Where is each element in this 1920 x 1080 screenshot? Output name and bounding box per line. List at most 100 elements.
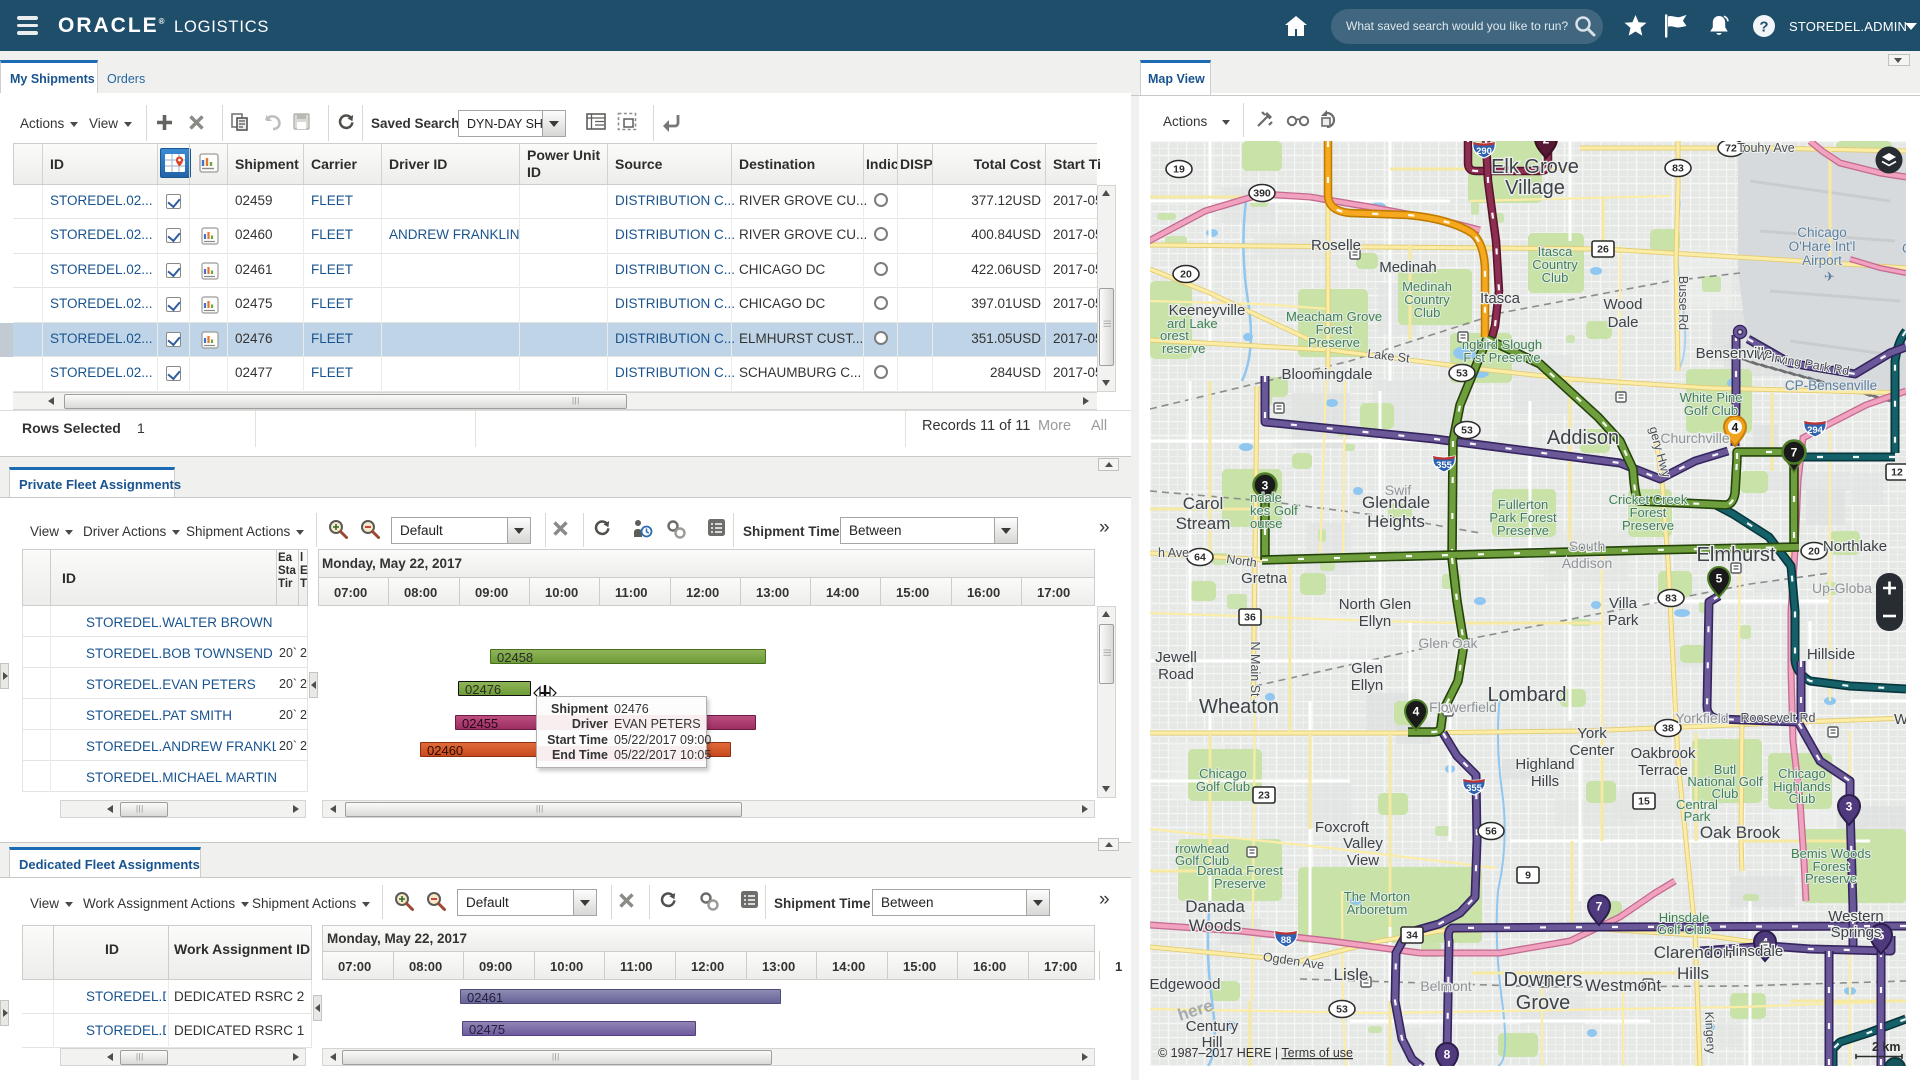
svg-text:reserve: reserve <box>1162 341 1205 356</box>
svg-text:Chicago: Chicago <box>1797 225 1847 240</box>
svg-text:Jewell: Jewell <box>1155 649 1197 666</box>
svg-text:Westmont: Westmont <box>1585 976 1661 995</box>
svg-text:355: 355 <box>1466 783 1483 794</box>
svg-text:Airport: Airport <box>1802 253 1842 268</box>
svg-text:Hillside: Hillside <box>1807 646 1855 663</box>
svg-text:Wood: Wood <box>1604 296 1643 313</box>
svg-text:Gretna: Gretna <box>1241 570 1288 587</box>
svg-text:Valley: Valley <box>1343 835 1383 852</box>
svg-text:390: 390 <box>1253 188 1271 200</box>
svg-text:Medinah: Medinah <box>1379 259 1437 276</box>
svg-text:Addison: Addison <box>1562 555 1613 571</box>
svg-text:Golf Club: Golf Club <box>1684 403 1738 418</box>
svg-text:53: 53 <box>1461 425 1473 437</box>
svg-text:Lisle: Lisle <box>1334 965 1369 984</box>
svg-text:19: 19 <box>1173 164 1185 176</box>
svg-text:F st Preserve: F st Preserve <box>1463 350 1540 365</box>
svg-text:Wheaton: Wheaton <box>1199 696 1279 718</box>
svg-text:Edgewood: Edgewood <box>1150 976 1220 993</box>
svg-text:Addison: Addison <box>1547 427 1619 449</box>
svg-text:Village: Village <box>1505 177 1565 199</box>
svg-text:Carol: Carol <box>1183 494 1224 513</box>
svg-text:Ellyn: Ellyn <box>1359 613 1392 630</box>
svg-text:72: 72 <box>1725 143 1737 155</box>
svg-text:Villa: Villa <box>1609 595 1638 612</box>
svg-text:294: 294 <box>1807 425 1824 436</box>
svg-text:Center: Center <box>1569 742 1614 759</box>
svg-text:Preserve: Preserve <box>1308 335 1360 350</box>
svg-text:Westc: Westc <box>1894 711 1906 728</box>
svg-text:Belmont: Belmont <box>1420 978 1471 994</box>
svg-text:Club: Club <box>1542 270 1569 285</box>
svg-text:7: 7 <box>1791 446 1798 460</box>
svg-text:83: 83 <box>1665 593 1677 605</box>
svg-text:Grove: Grove <box>1516 992 1570 1014</box>
svg-text:Churchville: Churchville <box>1660 430 1729 446</box>
svg-text:Oak Brook: Oak Brook <box>1700 823 1781 842</box>
svg-text:Swif: Swif <box>1385 482 1412 498</box>
svg-text:Touhy Ave: Touhy Ave <box>1737 141 1795 155</box>
svg-text:83: 83 <box>1672 163 1684 175</box>
svg-text:York: York <box>1577 725 1607 742</box>
svg-text:Arboretum: Arboretum <box>1347 902 1408 917</box>
svg-text:Foxcroft: Foxcroft <box>1315 819 1370 836</box>
svg-text:Park: Park <box>1684 809 1711 824</box>
svg-text:Flowerfield: Flowerfield <box>1429 699 1497 715</box>
svg-text:9: 9 <box>1525 870 1531 882</box>
svg-text:36: 36 <box>1244 612 1256 624</box>
svg-text:North Glen: North Glen <box>1339 596 1412 613</box>
svg-text:Itasca: Itasca <box>1480 290 1521 307</box>
svg-text:Oakbrook: Oakbrook <box>1630 745 1696 762</box>
svg-text:53: 53 <box>1456 368 1468 380</box>
svg-text:26: 26 <box>1597 244 1609 256</box>
svg-text:Terrace: Terrace <box>1638 762 1688 779</box>
svg-text:34: 34 <box>1406 930 1418 942</box>
svg-text:Hills: Hills <box>1531 773 1559 790</box>
svg-text:h Ave: h Ave <box>1158 546 1189 560</box>
svg-text:Hinsdale: Hinsdale <box>1725 943 1783 960</box>
svg-text:CP-Bensenville: CP-Bensenville <box>1785 378 1877 393</box>
svg-text:Preserve: Preserve <box>1622 518 1674 533</box>
svg-text:O'Hare Int'l: O'Hare Int'l <box>1789 239 1856 254</box>
svg-text:ORD: ORD <box>1902 241 1906 256</box>
svg-text:Stream: Stream <box>1176 514 1231 533</box>
svg-text:355: 355 <box>1436 460 1453 471</box>
svg-text:Downers: Downers <box>1504 969 1583 991</box>
svg-text:88: 88 <box>1281 935 1292 946</box>
svg-text:4: 4 <box>1413 705 1420 719</box>
svg-text:2 km: 2 km <box>1872 1040 1901 1054</box>
svg-text:Ellyn: Ellyn <box>1351 677 1384 694</box>
svg-text:Road: Road <box>1158 666 1194 683</box>
svg-text:Up-Globa: Up-Globa <box>1812 580 1872 596</box>
svg-text:Club: Club <box>1414 305 1441 320</box>
svg-text:South: South <box>1569 538 1606 554</box>
svg-text:Elk Grove: Elk Grove <box>1491 156 1579 178</box>
svg-text:Preserve: Preserve <box>1805 871 1857 886</box>
svg-text:Hills: Hills <box>1677 964 1709 983</box>
svg-text:4: 4 <box>1732 421 1739 435</box>
svg-text:290: 290 <box>1476 146 1492 157</box>
svg-text:?: ? <box>1759 19 1768 36</box>
svg-text:ourse: ourse <box>1250 516 1283 531</box>
svg-text:20: 20 <box>1180 269 1192 281</box>
svg-text:15: 15 <box>1638 796 1650 808</box>
svg-text:Preserve: Preserve <box>1214 876 1266 891</box>
svg-text:5: 5 <box>1716 572 1723 586</box>
svg-text:38: 38 <box>1662 723 1674 735</box>
svg-text:Golf Club: Golf Club <box>1196 779 1250 794</box>
svg-text:Springs: Springs <box>1831 924 1882 941</box>
svg-text:Glen: Glen <box>1351 660 1383 677</box>
svg-text:Golf Club: Golf Club <box>1657 922 1711 937</box>
svg-text:56: 56 <box>1485 826 1497 838</box>
svg-text:Busse Rd: Busse Rd <box>1676 276 1690 330</box>
svg-text:Roselle: Roselle <box>1311 237 1361 254</box>
svg-text:Western: Western <box>1828 908 1884 925</box>
svg-text:23: 23 <box>1258 790 1270 802</box>
svg-text:8: 8 <box>1444 1048 1451 1062</box>
svg-text:Highland: Highland <box>1515 756 1574 773</box>
svg-text:Park: Park <box>1608 612 1639 629</box>
svg-text:2: 2 <box>1543 141 1550 147</box>
svg-text:Dale: Dale <box>1608 314 1639 331</box>
svg-text:Woods: Woods <box>1189 916 1242 935</box>
svg-text:7: 7 <box>1596 900 1603 914</box>
